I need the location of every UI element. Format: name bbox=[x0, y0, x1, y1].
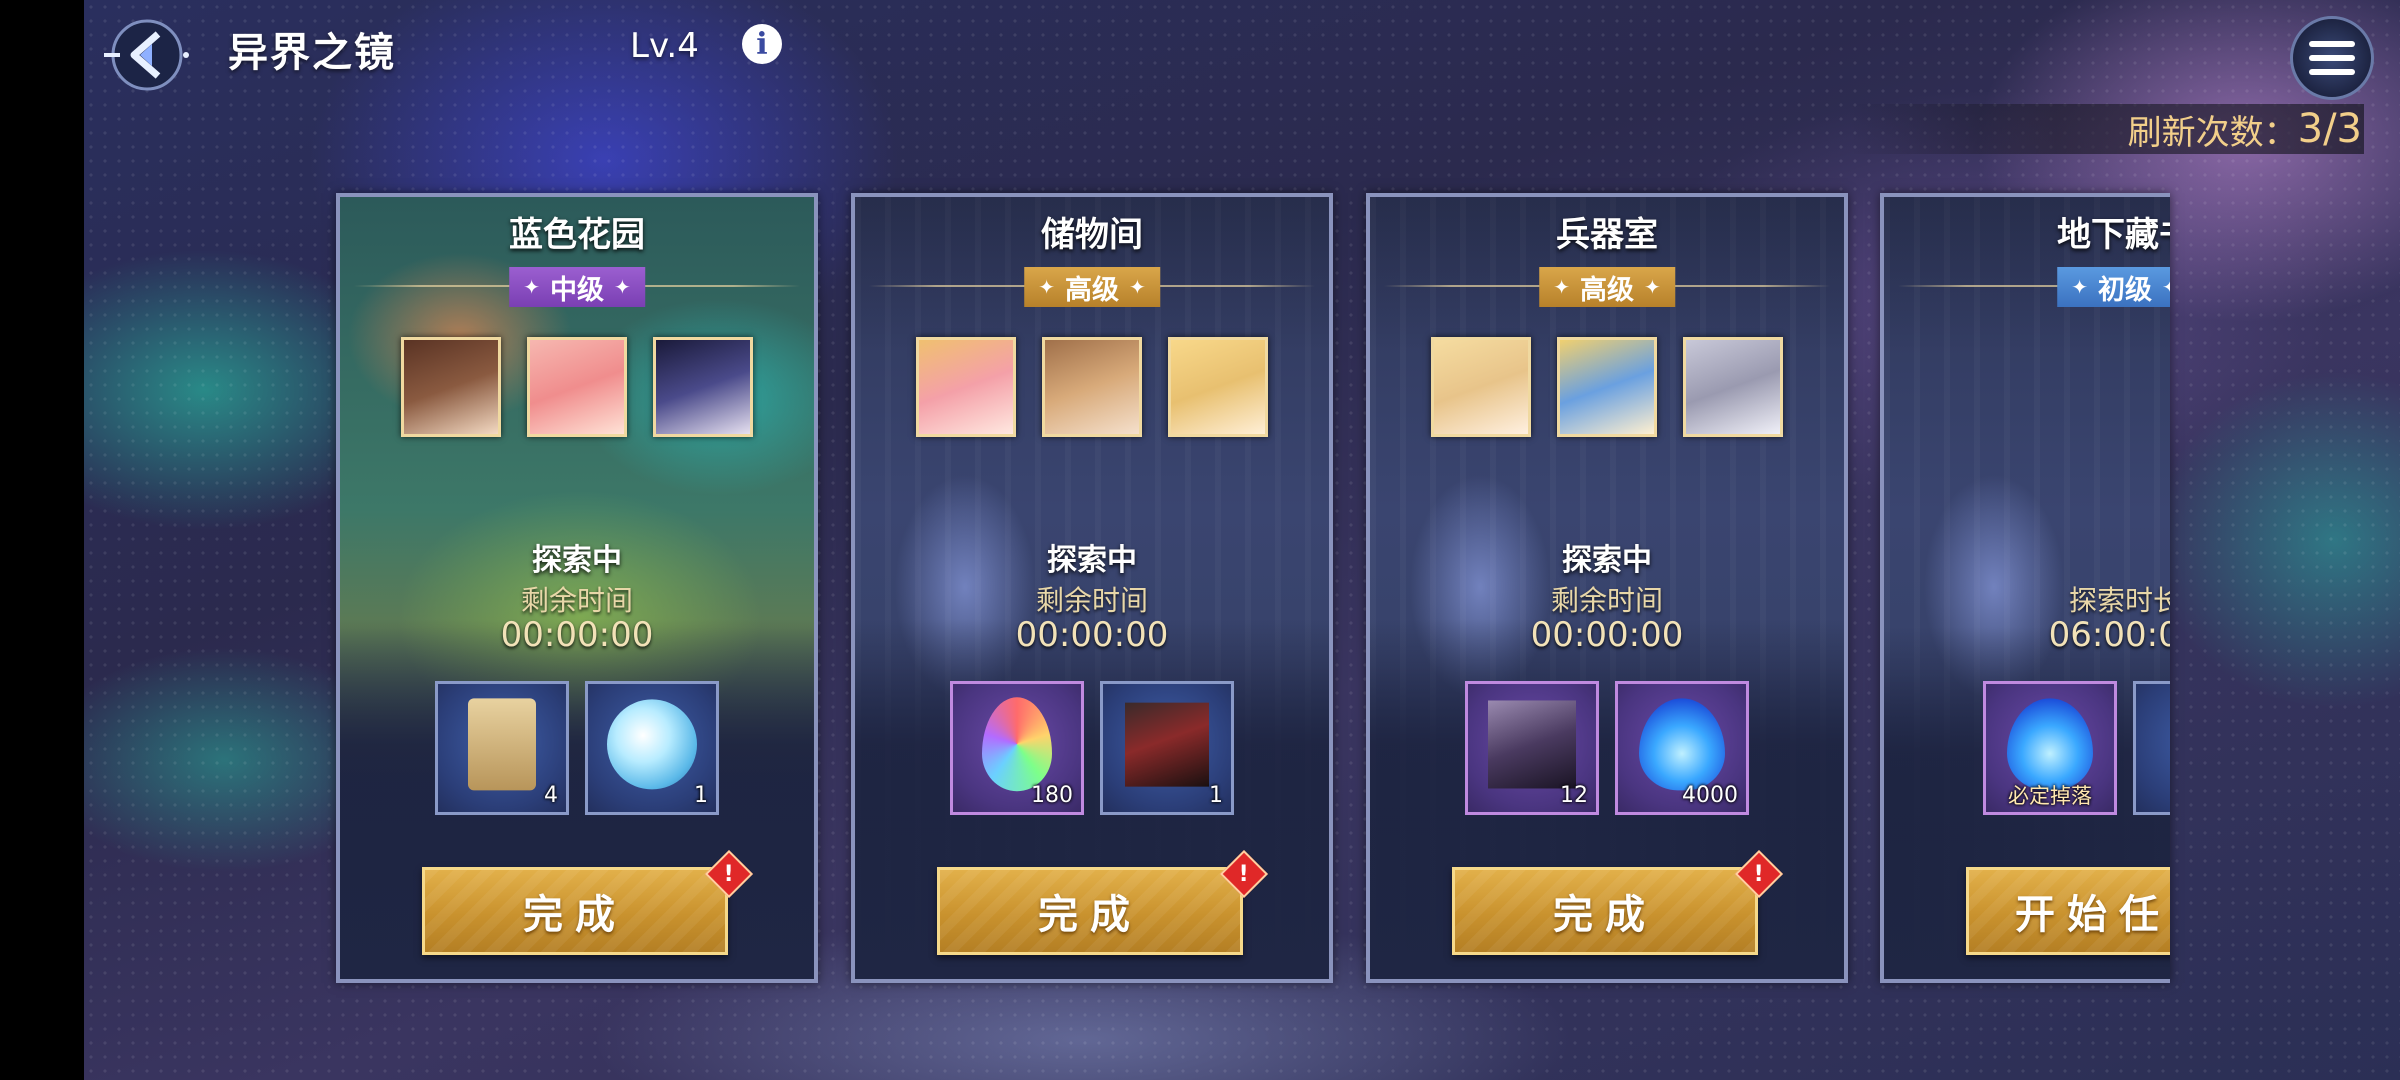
menu-line-icon bbox=[2309, 55, 2355, 61]
menu-line-icon bbox=[2309, 41, 2355, 47]
time-label: 剩余时间 bbox=[1550, 584, 1663, 617]
character-portrait[interactable] bbox=[1683, 337, 1783, 437]
card-title: 蓝色花园 bbox=[509, 215, 645, 255]
red-crystal-icon bbox=[1125, 702, 1209, 787]
character-portrait[interactable] bbox=[401, 337, 501, 437]
sparkle-icon: ✦ bbox=[2162, 275, 2170, 299]
reward-qty: 1 bbox=[694, 783, 708, 808]
reward-slot[interactable]: 4000 bbox=[1615, 681, 1749, 815]
reward-slot[interactable]: 1 bbox=[585, 681, 719, 815]
reward-list: 12 4000 bbox=[1370, 681, 1844, 815]
expedition-card-storage-room[interactable]: 储物间 ✦ 高级 ✦ 探索中 剩余时间 00:00:00 180 1 完成 ! bbox=[851, 193, 1333, 983]
reward-slot[interactable]: 必定掉落 bbox=[1983, 681, 2117, 815]
info-icon[interactable]: i bbox=[742, 24, 782, 64]
character-portrait[interactable] bbox=[527, 337, 627, 437]
guaranteed-drop-tag: 必定掉落 bbox=[2008, 784, 2092, 808]
scroll-item-icon bbox=[468, 698, 536, 791]
rainbow-gem-icon bbox=[982, 697, 1052, 792]
sparkle-icon: ✦ bbox=[1129, 275, 1146, 299]
reward-list: 4 1 bbox=[340, 681, 814, 815]
sparkle-icon: ✦ bbox=[523, 275, 540, 299]
character-portrait[interactable] bbox=[653, 337, 753, 437]
expedition-card-armory[interactable]: 兵器室 ✦ 高级 ✦ 探索中 剩余时间 00:00:00 12 4000 完成 ! bbox=[1366, 193, 1848, 983]
reward-slot[interactable] bbox=[2133, 681, 2170, 815]
refresh-label: 刷新次数： bbox=[2127, 112, 2298, 153]
tier-label: 高级 bbox=[1580, 274, 1634, 306]
tier-badge: ✦ 高级 ✦ bbox=[1539, 267, 1675, 307]
start-task-button[interactable]: 开始任务 bbox=[1966, 867, 2170, 955]
card-title: 兵器室 bbox=[1556, 215, 1658, 255]
time-label: 剩余时间 bbox=[520, 584, 633, 617]
character-portrait[interactable] bbox=[916, 337, 1016, 437]
reward-list: 必定掉落 bbox=[1884, 681, 2170, 815]
team-portraits bbox=[855, 337, 1329, 437]
left-black-bar bbox=[0, 0, 84, 1080]
reward-slot[interactable]: 12 bbox=[1465, 681, 1599, 815]
tier-badge: ✦ 高级 ✦ bbox=[1024, 267, 1160, 307]
page-title: 异界之镜 bbox=[228, 30, 396, 76]
status-text: 探索中 bbox=[532, 543, 622, 578]
orb-item-icon bbox=[607, 699, 697, 790]
blue-flame-icon bbox=[2007, 698, 2093, 791]
reward-slot[interactable]: 1 bbox=[1100, 681, 1234, 815]
refresh-count: 3/3 bbox=[2297, 106, 2362, 152]
tier-label: 初级 bbox=[2098, 274, 2152, 306]
tier-badge: ✦ 中级 ✦ bbox=[509, 267, 645, 307]
alert-mark: ! bbox=[1753, 861, 1765, 887]
blue-flame-icon bbox=[1639, 698, 1725, 791]
menu-line-icon bbox=[2309, 69, 2355, 75]
complete-button[interactable]: 完成 bbox=[422, 867, 728, 955]
reward-qty: 1 bbox=[1209, 783, 1223, 808]
reward-qty: 4 bbox=[544, 783, 558, 808]
time-value: 00:00:00 bbox=[1530, 615, 1684, 655]
sparkle-icon: ✦ bbox=[1038, 275, 1055, 299]
dark-crystal-icon bbox=[1488, 700, 1576, 789]
back-arrow-icon bbox=[104, 19, 189, 91]
team-portraits bbox=[1370, 337, 1844, 437]
expedition-card-underground-library[interactable]: 地下藏书 ✦ 初级 ✦ 探索时长 06:00:00 必定掉落 开始任务 bbox=[1880, 193, 2170, 983]
sparkle-icon: ✦ bbox=[1644, 275, 1661, 299]
tier-label: 中级 bbox=[550, 274, 604, 306]
sparkle-icon: ✦ bbox=[1553, 275, 1570, 299]
reward-qty: 4000 bbox=[1682, 783, 1738, 808]
team-portraits bbox=[340, 337, 814, 437]
time-label: 剩余时间 bbox=[1035, 584, 1148, 617]
back-button[interactable] bbox=[100, 14, 194, 96]
card-title: 储物间 bbox=[1041, 215, 1143, 255]
character-portrait[interactable] bbox=[1168, 337, 1268, 437]
time-value: 00:00:00 bbox=[1015, 615, 1169, 655]
reward-list: 180 1 bbox=[855, 681, 1329, 815]
expedition-card-blue-garden[interactable]: 蓝色花园 ✦ 中级 ✦ 探索中 剩余时间 00:00:00 4 1 完成 ! bbox=[336, 193, 818, 983]
character-portrait[interactable] bbox=[1042, 337, 1142, 437]
character-portrait[interactable] bbox=[1557, 337, 1657, 437]
alert-mark: ! bbox=[723, 861, 735, 887]
refresh-counter: 刷新次数： 3/3 bbox=[1850, 104, 2364, 154]
level-label: Lv.4 bbox=[630, 26, 699, 66]
sparkle-icon: ✦ bbox=[614, 275, 631, 299]
menu-button[interactable] bbox=[2290, 16, 2374, 100]
time-label: 探索时长 bbox=[2068, 584, 2170, 617]
reward-slot[interactable]: 4 bbox=[435, 681, 569, 815]
reward-qty: 12 bbox=[1560, 783, 1588, 808]
complete-button[interactable]: 完成 bbox=[1452, 867, 1758, 955]
time-value: 00:00:00 bbox=[500, 615, 654, 655]
reward-qty: 180 bbox=[1031, 783, 1073, 808]
complete-button[interactable]: 完成 bbox=[937, 867, 1243, 955]
card-inner: 地下藏书 ✦ 初级 ✦ 探索时长 06:00:00 必定掉落 开始任务 bbox=[1884, 197, 2170, 979]
reward-slot[interactable]: 180 bbox=[950, 681, 1084, 815]
card-title: 地下藏书 bbox=[2057, 215, 2170, 255]
status-text: 探索中 bbox=[1562, 543, 1652, 578]
time-value: 06:00:00 bbox=[2048, 615, 2170, 655]
tier-badge: ✦ 初级 ✦ bbox=[2057, 267, 2170, 307]
status-text: 探索中 bbox=[1047, 543, 1137, 578]
sparkle-icon: ✦ bbox=[2071, 275, 2088, 299]
alert-mark: ! bbox=[1238, 861, 1250, 887]
character-portrait[interactable] bbox=[1431, 337, 1531, 437]
tier-label: 高级 bbox=[1065, 274, 1119, 306]
